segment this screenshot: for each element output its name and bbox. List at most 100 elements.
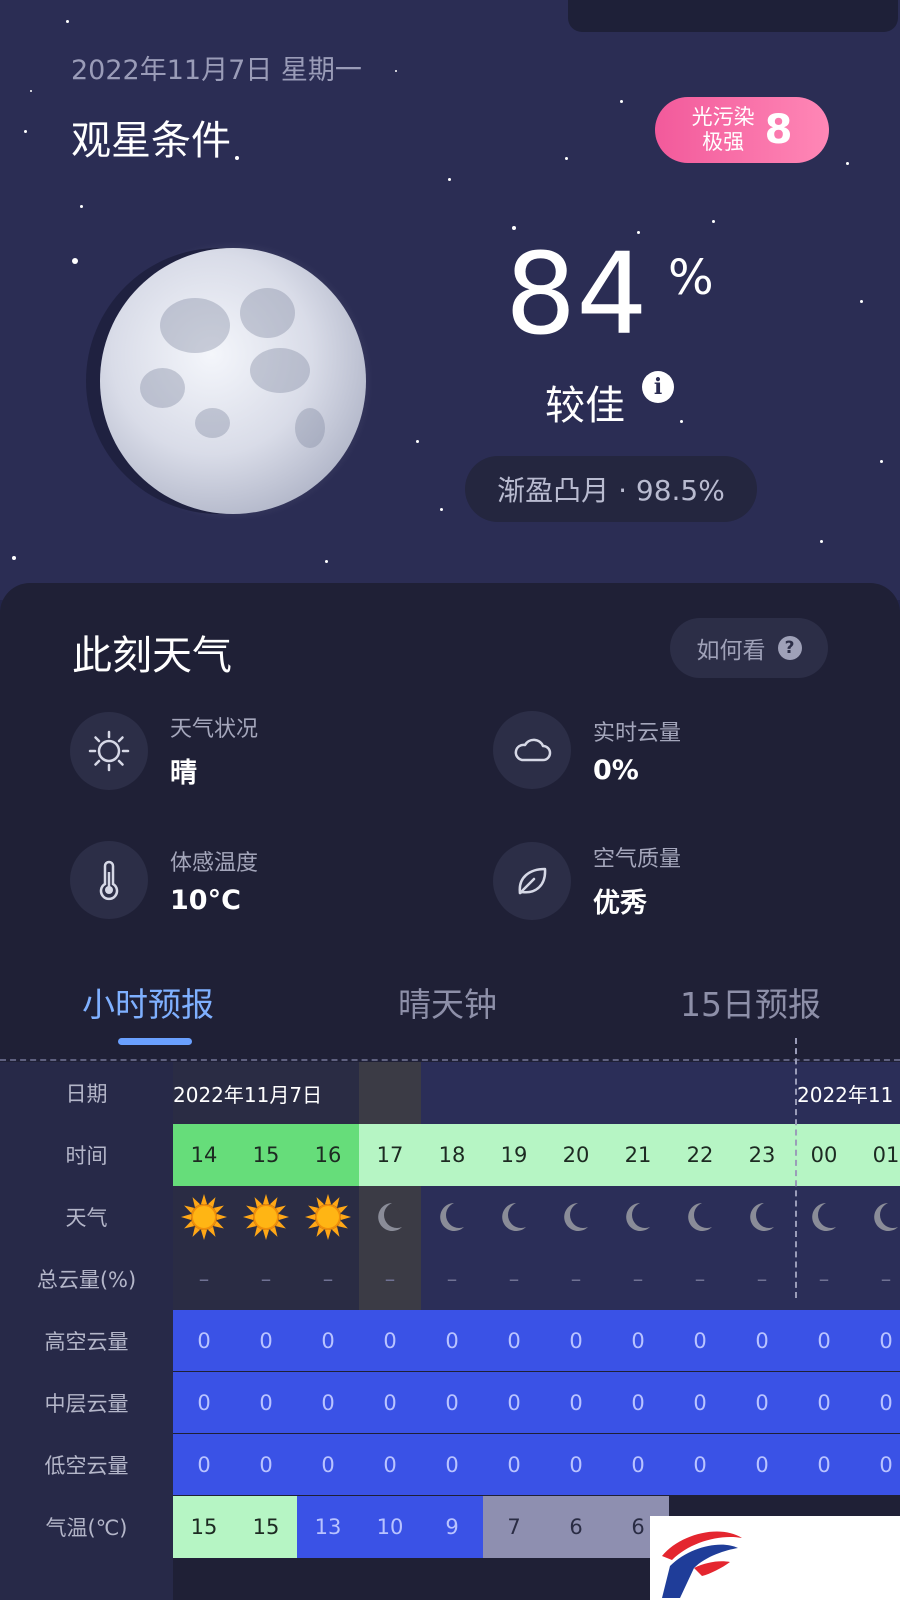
stat-label: 实时云量 <box>593 720 682 746</box>
high-cloud-cell: 0 <box>259 1329 273 1353</box>
star <box>395 70 397 72</box>
star <box>880 460 883 463</box>
stargazing-header: 2022年11月7日 星期一 观星条件 光污染 极强 8 84 % 较佳 i 渐… <box>0 0 900 600</box>
mid-cloud-cell: 0 <box>445 1391 459 1415</box>
sun-icon <box>70 711 148 790</box>
mid-cloud-cell: 0 <box>879 1391 893 1415</box>
score-unit: % <box>668 250 714 306</box>
moon-phase-text: 渐盈凸月 · 98.5% <box>497 474 725 507</box>
tab-15-day-forecast[interactable]: 15日预报 <box>680 978 821 1026</box>
high-cloud-cell: 0 <box>197 1329 211 1353</box>
row-label: 时间 <box>65 1144 108 1168</box>
date-line: 2022年11月7日 星期一 <box>71 55 362 86</box>
moon-icon <box>607 1186 669 1248</box>
total-cloud-cell: – <box>384 1267 396 1291</box>
mid-cloud-cell: 0 <box>817 1391 831 1415</box>
sun-icon <box>297 1186 359 1248</box>
star <box>66 20 69 23</box>
high-cloud-cell: 0 <box>631 1329 645 1353</box>
tab-clear-sky-clock[interactable]: 晴天钟 <box>398 978 497 1026</box>
total-cloud-cell: – <box>632 1267 644 1291</box>
sun-icon <box>173 1186 235 1248</box>
stat-value: 0% <box>593 754 639 786</box>
star <box>820 540 823 543</box>
temperature-cell: 15 <box>235 1496 297 1558</box>
star <box>860 300 863 303</box>
star <box>325 560 328 563</box>
hour-cell: 23 <box>731 1124 793 1186</box>
low-cloud-cell: 0 <box>197 1453 211 1477</box>
how-to-read-label: 如何看 <box>696 638 766 664</box>
total-cloud-cell: – <box>880 1267 892 1291</box>
moon-icon <box>483 1186 545 1248</box>
high-cloud-cell: 0 <box>755 1329 769 1353</box>
hour-cell: 22 <box>669 1124 731 1186</box>
top-pill[interactable] <box>568 0 898 32</box>
logo <box>650 1516 900 1600</box>
light-pollution-badge[interactable]: 光污染 极强 8 <box>655 97 829 163</box>
row-label: 中层云量 <box>44 1392 129 1416</box>
current-weather-title: 此刻天气 <box>72 633 232 679</box>
stat-value: 优秀 <box>593 888 647 919</box>
total-cloud-cell: – <box>322 1267 334 1291</box>
stat-air-quality: 空气质量 优秀 <box>493 841 681 920</box>
low-cloud-cell: 0 <box>879 1453 893 1477</box>
total-cloud-cell: – <box>694 1267 706 1291</box>
low-cloud-cell: 0 <box>507 1453 521 1477</box>
star <box>440 508 443 511</box>
star <box>72 258 78 264</box>
mid-cloud-cell: 0 <box>693 1391 707 1415</box>
temperature-cell: 13 <box>297 1496 359 1558</box>
date-cell: 2022年11 <box>797 1082 894 1107</box>
low-cloud-cell: 0 <box>755 1453 769 1477</box>
hour-cell: 15 <box>235 1124 297 1186</box>
sun-icon <box>235 1186 297 1248</box>
low-cloud-cell: 0 <box>445 1453 459 1477</box>
info-icon[interactable]: i <box>642 371 674 403</box>
star <box>846 162 849 165</box>
tab-hourly-forecast[interactable]: 小时预报 <box>82 978 214 1026</box>
high-cloud-cell: 0 <box>817 1329 831 1353</box>
hour-cell: 00 <box>793 1124 855 1186</box>
star <box>12 556 16 560</box>
low-cloud-cell: 0 <box>383 1453 397 1477</box>
moon-icon <box>855 1186 900 1248</box>
how-to-read-button[interactable]: 如何看 ? <box>670 618 828 678</box>
mid-cloud-cell: 0 <box>755 1391 769 1415</box>
high-cloud-cell: 0 <box>383 1329 397 1353</box>
mid-cloud-cell: 0 <box>631 1391 645 1415</box>
score-rating: 较佳 <box>545 383 625 429</box>
high-cloud-cell: 0 <box>445 1329 459 1353</box>
total-cloud-cell: – <box>818 1267 830 1291</box>
total-cloud-cell: – <box>508 1267 520 1291</box>
star <box>448 178 451 181</box>
star <box>565 157 568 160</box>
star <box>680 420 683 423</box>
stat-label: 体感温度 <box>170 850 259 876</box>
stat-weather-condition: 天气状况 晴 <box>70 711 258 790</box>
mid-cloud-cell: 0 <box>321 1391 335 1415</box>
row-label: 天气 <box>65 1206 108 1230</box>
moon-image <box>100 248 366 514</box>
moon-icon <box>669 1186 731 1248</box>
total-cloud-cell: – <box>260 1267 272 1291</box>
row-label: 日期 <box>65 1082 108 1106</box>
hour-cell: 01 <box>855 1124 900 1186</box>
low-cloud-cell: 0 <box>631 1453 645 1477</box>
hour-cell: 19 <box>483 1124 545 1186</box>
stat-feels-like: 体感温度 10°C <box>70 841 258 919</box>
moon-icon <box>359 1186 421 1248</box>
mid-cloud-cell: 0 <box>507 1391 521 1415</box>
hour-cell: 14 <box>173 1124 235 1186</box>
active-tab-indicator <box>118 1038 192 1045</box>
low-cloud-cell: 0 <box>569 1453 583 1477</box>
temperature-cell: 10 <box>359 1496 421 1558</box>
row-label: 高空云量 <box>44 1330 129 1354</box>
mid-cloud-cell: 0 <box>197 1391 211 1415</box>
day-separator <box>795 1038 797 1298</box>
low-cloud-cell: 0 <box>693 1453 707 1477</box>
stat-label: 空气质量 <box>593 847 682 872</box>
star <box>24 130 27 133</box>
temperature-cell: 6 <box>545 1496 607 1558</box>
total-cloud-cell: – <box>446 1267 458 1291</box>
